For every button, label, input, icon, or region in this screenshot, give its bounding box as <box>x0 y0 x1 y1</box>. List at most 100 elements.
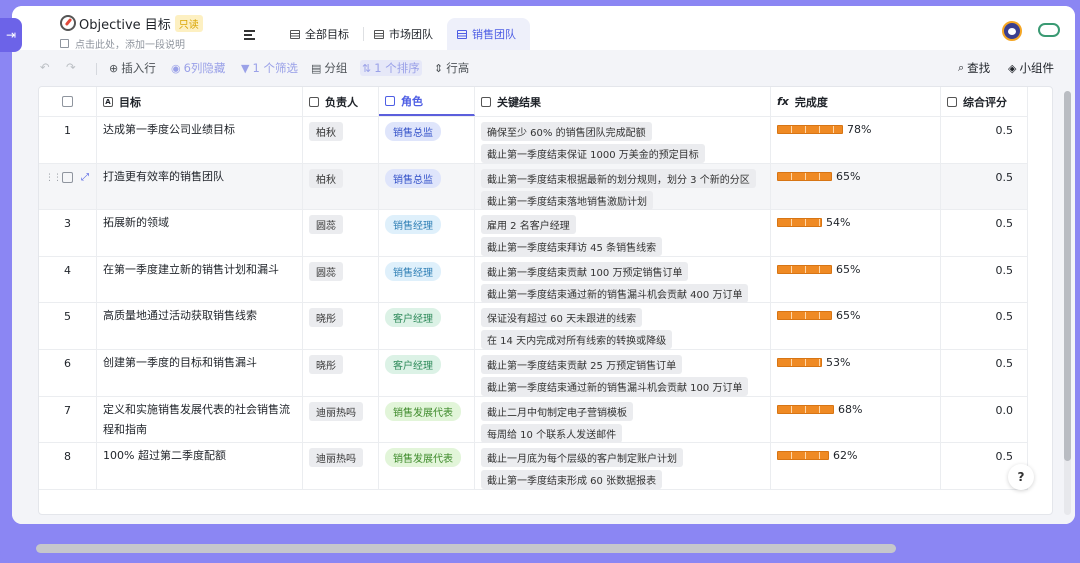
vertical-scrollbar-thumb[interactable] <box>1064 91 1071 461</box>
row-number-cell: 3 <box>39 210 97 256</box>
find-button[interactable]: ⌕ 查找 <box>958 60 990 76</box>
owner-tag: 迪丽热吗 <box>309 401 363 421</box>
column-header-owner[interactable]: 负责人 <box>303 87 379 116</box>
description-text[interactable]: 点击此处，添加一段说明 <box>75 36 185 51</box>
table-row[interactable]: 1 达成第一季度公司业绩目标 柏秋 销售总监 确保至少 60% 的销售团队完成配额 截止第… <box>39 117 1028 164</box>
column-header-label: 角色 <box>401 94 423 108</box>
tab-sales-team[interactable]: 销售团队 <box>447 18 530 50</box>
role-cell[interactable]: 客户经理 <box>379 350 475 396</box>
progress-bar <box>777 218 822 228</box>
column-header-label: 关键结果 <box>497 95 541 109</box>
key-results-cell[interactable]: 截止一月底为每个层级的客户制定账户计划 截止第一季度结束形成 60 张数据报表 <box>475 443 771 490</box>
table-row[interactable]: 4 在第一季度建立新的销售计划和漏斗 圆蕊 销售经理 截止第一季度结束贡献 100 万预… <box>39 256 1028 304</box>
tab-all-goals[interactable]: 全部目标 <box>280 18 363 50</box>
undo-icon[interactable]: ↶ <box>40 60 50 74</box>
goal-text: 定义和实施销售发展代表的社会销售流程和指南 <box>103 402 290 436</box>
lookup-field-icon <box>947 96 957 107</box>
table-row[interactable]: ⋮⋮ ⤢ 打造更有效率的销售团队 柏秋 销售总监 截止第一季度结束根据最新的划分规则，划分… <box>39 163 1028 211</box>
column-header-role[interactable]: 角色 <box>379 87 475 116</box>
cloud-sync-icon[interactable] <box>1038 23 1060 37</box>
collapse-sidebar-icon[interactable]: ⇥ <box>0 18 22 52</box>
help-button[interactable]: ? <box>1008 464 1034 490</box>
hidden-fields-button[interactable]: ◉ 6列隐藏 <box>171 60 225 76</box>
role-tag: 销售总监 <box>385 168 441 188</box>
key-results-cell[interactable]: 截止二月中旬制定电子营销模板 每周给 10 个联系人发送邮件 <box>475 396 771 443</box>
row-number: 5 <box>64 310 71 324</box>
goal-cell[interactable]: 100% 超过第二季度配额 <box>97 443 303 489</box>
role-cell[interactable]: 销售经理 <box>379 256 475 303</box>
sidebar-toggle-icon[interactable] <box>244 30 255 42</box>
widgets-label: 小组件 <box>1019 61 1054 75</box>
role-cell[interactable]: 销售总监 <box>379 163 475 210</box>
key-results-cell[interactable]: 截止第一季度结束贡献 100 万预定销售订单 截止第一季度结束通过新的销售漏斗机会… <box>475 256 771 303</box>
goal-cell[interactable]: 拓展新的领域 <box>97 210 303 256</box>
widgets-button[interactable]: ◈ 小组件 <box>1008 60 1054 76</box>
insert-row-button[interactable]: ⊕ 插入行 <box>109 60 156 76</box>
description-icon <box>60 39 69 48</box>
filter-button[interactable]: ▼ 1 个筛选 <box>241 60 298 76</box>
key-result-tag: 保证没有超过 60 天未跟进的线索 <box>481 308 643 328</box>
owner-cell[interactable]: 晓彤 <box>303 303 379 349</box>
role-cell[interactable]: 销售发展代表 <box>379 443 475 489</box>
select-all-checkbox[interactable] <box>62 96 73 107</box>
score-value: 0.0 <box>995 403 1014 417</box>
row-checkbox[interactable] <box>62 171 73 183</box>
role-cell[interactable]: 客户经理 <box>379 303 475 349</box>
progress-bar <box>777 125 843 134</box>
owner-cell[interactable]: 柏秋 <box>303 117 379 163</box>
owner-cell[interactable]: 迪丽热吗 <box>303 396 379 443</box>
owner-cell[interactable]: 晓彤 <box>303 350 379 396</box>
goal-cell[interactable]: 定义和实施销售发展代表的社会销售流程和指南 <box>97 396 303 443</box>
table-row[interactable]: 6 创建第一季度的目标和销售漏斗 晓彤 客户经理 截止第一季度结束贡献 25 万预定销售… <box>39 350 1028 397</box>
progress-bar <box>777 171 832 181</box>
score-value: 0.5 <box>995 310 1014 324</box>
key-results-cell[interactable]: 截止第一季度结束根据最新的划分规则，划分 3 个新的分区 截止第一季度结束落地销售… <box>475 163 771 210</box>
horizontal-scrollbar[interactable] <box>36 544 896 553</box>
redo-icon[interactable]: ↷ <box>66 60 76 74</box>
goal-cell[interactable]: 高质量地通过活动获取销售线索 <box>97 303 303 349</box>
owner-cell[interactable]: 迪丽热吗 <box>303 443 379 489</box>
progress-value: 65% <box>836 309 861 323</box>
key-result-tag: 截止一月底为每个层级的客户制定账户计划 <box>481 448 683 468</box>
row-number: 6 <box>64 357 71 370</box>
owner-cell[interactable]: 柏秋 <box>303 163 379 210</box>
role-cell[interactable]: 销售总监 <box>379 117 475 163</box>
key-results-cell[interactable]: 确保至少 60% 的销售团队完成配额 截止第一季度结束保证 1000 万美金的预定… <box>475 117 771 163</box>
key-results-cell[interactable]: 截止第一季度结束贡献 25 万预定销售订单 截止第一季度结束通过新的销售漏斗机会贡… <box>475 350 771 396</box>
filter-icon: ▼ <box>241 61 250 75</box>
page-title[interactable]: Objective 目标 <box>79 14 171 33</box>
role-cell[interactable]: 销售发展代表 <box>379 396 475 443</box>
goal-cell[interactable]: 打造更有效率的销售团队 <box>97 163 303 210</box>
goal-cell[interactable]: 创建第一季度的目标和销售漏斗 <box>97 350 303 396</box>
role-tag: 销售经理 <box>385 261 441 281</box>
goal-cell[interactable]: 达成第一季度公司业绩目标 <box>97 117 303 163</box>
table-row[interactable]: 8 100% 超过第二季度配额 迪丽热吗 销售发展代表 截止一月底为每个层级的客户制定账… <box>39 443 1028 490</box>
grid-view-icon <box>374 29 384 39</box>
key-results-cell[interactable]: 雇用 2 名客户经理 截止第一季度结束拜访 45 条销售线索 <box>475 210 771 257</box>
vertical-scrollbar[interactable] <box>1064 91 1071 515</box>
key-result-tag: 截止第一季度结束通过新的销售漏斗机会贡献 400 万订单 <box>481 283 749 303</box>
owner-cell[interactable]: 圆蕊 <box>303 256 379 303</box>
column-header-completion[interactable]: fx 完成度 <box>771 87 941 116</box>
role-cell[interactable]: 销售经理 <box>379 210 475 256</box>
goal-cell[interactable]: 在第一季度建立新的销售计划和漏斗 <box>97 256 303 303</box>
table-row[interactable]: 7 定义和实施销售发展代表的社会销售流程和指南 迪丽热吗 销售发展代表 截止二月中旬制定… <box>39 396 1028 444</box>
column-header-key-results[interactable]: 关键结果 <box>475 87 771 116</box>
owner-tag: 圆蕊 <box>309 261 343 281</box>
column-header-goal[interactable]: A 目标 <box>97 87 303 116</box>
sort-button[interactable]: ⇅ 1 个排序 <box>360 60 422 76</box>
drag-handle-icon[interactable]: ⋮⋮ <box>45 173 62 183</box>
group-button[interactable]: ▤ 分组 <box>311 60 347 76</box>
key-results-cell[interactable]: 保证没有超过 60 天未跟进的线索在 14 天内完成对所有线索的转换或降级 <box>475 303 771 350</box>
column-header-score[interactable]: 综合评分 <box>941 87 1028 116</box>
key-result-tag: 截止第一季度结束贡献 100 万预定销售订单 <box>481 261 689 281</box>
row-number-cell: 4 <box>39 256 97 303</box>
table-row[interactable]: 3 拓展新的领域 圆蕊 销售经理 雇用 2 名客户经理 截止第一季度结束拜访 45 条销售… <box>39 210 1028 257</box>
owner-cell[interactable]: 圆蕊 <box>303 210 379 256</box>
tab-market-team[interactable]: 市场团队 <box>364 18 447 50</box>
avatar[interactable] <box>1002 21 1022 41</box>
expand-row-icon[interactable]: ⤢ <box>81 172 89 183</box>
table-row[interactable]: 5 高质量地通过活动获取销售线索 晓彤 客户经理 保证没有超过 60 天未跟进的线索在 … <box>39 303 1028 350</box>
key-result-tag: 每周给 10 个联系人发送邮件 <box>481 423 623 443</box>
row-height-button[interactable]: ⇕ 行高 <box>434 60 469 76</box>
